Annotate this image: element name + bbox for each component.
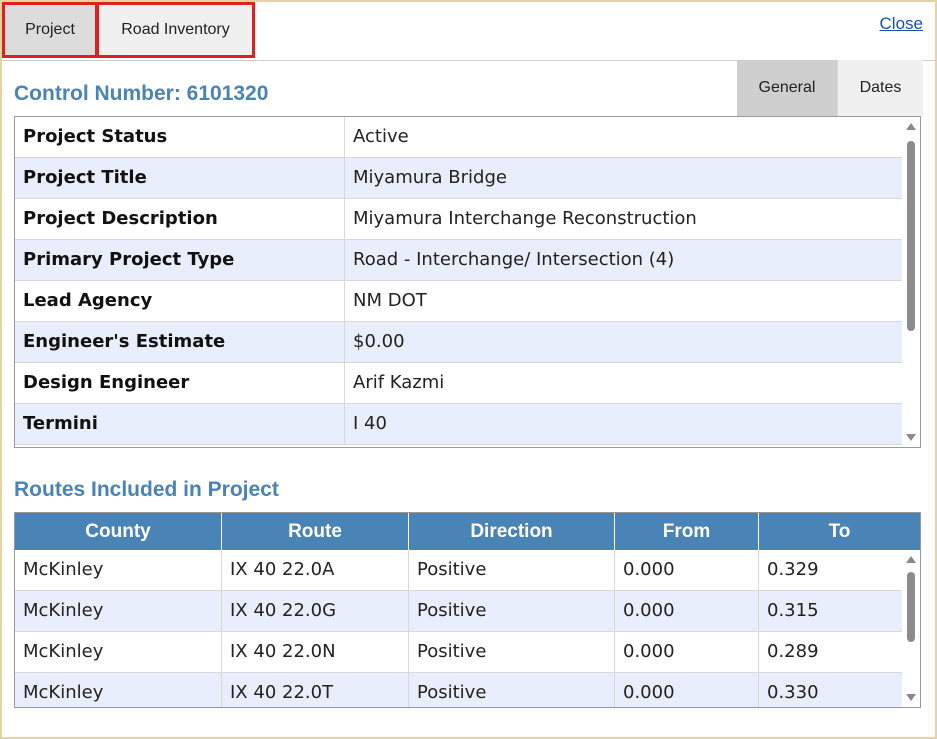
- details-value: Arif Kazmi: [353, 372, 445, 393]
- cell-county: McKinley: [15, 673, 222, 707]
- cell-to: 0.289: [767, 641, 819, 662]
- cell-from: 0.000: [615, 632, 759, 672]
- control-number-title: Control Number: 6101320: [14, 82, 269, 105]
- details-value: Miyamura Interchange Reconstruction: [353, 208, 697, 229]
- details-label: Lead Agency: [15, 281, 345, 321]
- cell-to: 0.315: [767, 600, 819, 621]
- subtab-general[interactable]: General: [737, 60, 837, 116]
- details-label: Project Description: [15, 199, 345, 239]
- scroll-thumb[interactable]: [907, 572, 915, 642]
- scroll-down-arrow-icon[interactable]: [906, 434, 916, 441]
- cell-route: IX 40 22.0T: [222, 673, 409, 707]
- column-header-to[interactable]: To: [759, 513, 920, 550]
- cell-direction: Positive: [409, 591, 615, 631]
- routes-title: Routes Included in Project: [14, 478, 279, 501]
- details-row-title: Project Title Miyamura Bridge: [15, 158, 902, 199]
- table-row: McKinley IX 40 22.0G Positive 0.000 0.31…: [15, 591, 902, 632]
- cell-route: IX 40 22.0G: [222, 591, 409, 631]
- close-link[interactable]: Close: [880, 14, 923, 34]
- details-value: Road - Interchange/ Intersection (4): [353, 249, 675, 270]
- details-label: Project Title: [15, 158, 345, 198]
- cell-county: McKinley: [15, 591, 222, 631]
- details-label: Termini: [15, 404, 345, 444]
- details-scrollbar[interactable]: [902, 117, 920, 447]
- table-row: McKinley IX 40 22.0A Positive 0.000 0.32…: [15, 550, 902, 591]
- cell-county: McKinley: [15, 632, 222, 672]
- scroll-down-arrow-icon[interactable]: [906, 694, 916, 701]
- tab-project[interactable]: Project: [2, 2, 97, 58]
- details-label: Engineer's Estimate: [15, 322, 345, 362]
- tab-road-inventory[interactable]: Road Inventory: [97, 2, 255, 58]
- column-header-route[interactable]: Route: [222, 513, 409, 550]
- cell-from: 0.000: [615, 673, 759, 707]
- details-row-type: Primary Project Type Road - Interchange/…: [15, 240, 902, 281]
- details-value: Miyamura Bridge: [353, 167, 507, 188]
- details-row-status: Project Status Active: [15, 117, 902, 158]
- details-label: Design Engineer: [15, 363, 345, 403]
- column-header-direction[interactable]: Direction: [409, 513, 615, 550]
- project-details-table: Project Status Active Project Title Miya…: [14, 116, 921, 448]
- routes-table: County Route Direction From To McKinley …: [14, 512, 921, 708]
- scroll-up-arrow-icon[interactable]: [906, 556, 916, 563]
- column-header-from[interactable]: From: [615, 513, 759, 550]
- details-value: $0.00: [353, 331, 405, 352]
- details-value: I 40: [353, 413, 387, 434]
- cell-route: IX 40 22.0A: [222, 550, 409, 590]
- routes-scrollbar[interactable]: [902, 550, 920, 707]
- table-row: McKinley IX 40 22.0N Positive 0.000 0.28…: [15, 632, 902, 673]
- details-value: NM DOT: [353, 290, 427, 311]
- cell-direction: Positive: [409, 673, 615, 707]
- scroll-up-arrow-icon[interactable]: [906, 123, 916, 130]
- cell-to: 0.330: [767, 682, 819, 703]
- cell-direction: Positive: [409, 550, 615, 590]
- details-value: Active: [353, 126, 409, 147]
- cell-county: McKinley: [15, 550, 222, 590]
- details-row-description: Project Description Miyamura Interchange…: [15, 199, 902, 240]
- table-row: McKinley IX 40 22.0T Positive 0.000 0.33…: [15, 673, 902, 707]
- details-row-engineer: Design Engineer Arif Kazmi: [15, 363, 902, 404]
- details-row-estimate: Engineer's Estimate $0.00: [15, 322, 902, 363]
- cell-route: IX 40 22.0N: [222, 632, 409, 672]
- cell-from: 0.000: [615, 550, 759, 590]
- cell-from: 0.000: [615, 591, 759, 631]
- subtab-dates[interactable]: Dates: [837, 60, 923, 116]
- details-label: Project Status: [15, 117, 345, 157]
- cell-direction: Positive: [409, 632, 615, 672]
- top-tab-bar: Project Road Inventory Close: [2, 2, 935, 61]
- column-header-county[interactable]: County: [15, 513, 222, 550]
- details-label: Primary Project Type: [15, 240, 345, 280]
- routes-header: County Route Direction From To: [15, 513, 920, 550]
- scroll-thumb[interactable]: [907, 141, 915, 331]
- details-row-termini: Termini I 40: [15, 404, 902, 445]
- details-row-agency: Lead Agency NM DOT: [15, 281, 902, 322]
- cell-to: 0.329: [767, 559, 819, 580]
- project-dialog: Project Road Inventory Close Control Num…: [0, 0, 937, 739]
